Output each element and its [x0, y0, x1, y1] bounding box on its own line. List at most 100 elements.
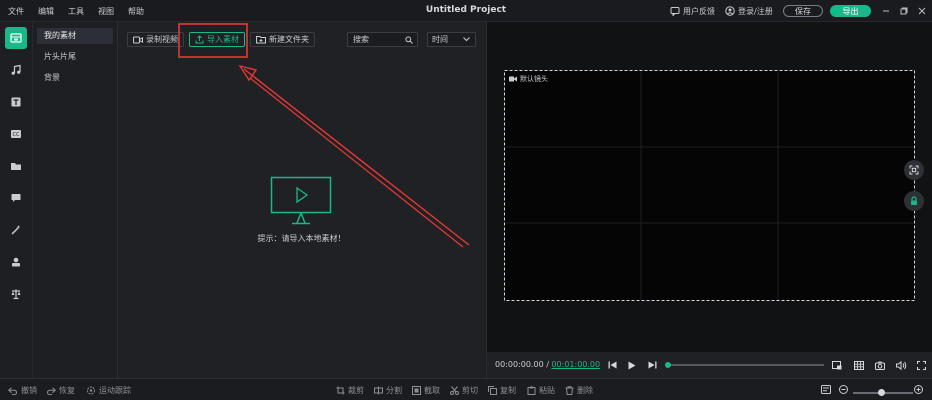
camera-label-text: 默认镜头	[520, 75, 548, 83]
feedback-icon	[670, 6, 680, 16]
cut-button[interactable]: 剪切	[450, 385, 478, 396]
export-button[interactable]: 导出	[830, 5, 871, 17]
crop-label: 裁剪	[348, 386, 364, 395]
play-button[interactable]	[625, 358, 639, 372]
menu-file[interactable]: 文件	[8, 6, 24, 17]
left-rail: CC	[0, 22, 33, 378]
volume-icon	[895, 360, 907, 370]
zoom-out-icon	[839, 385, 848, 394]
new-folder-button[interactable]: 新建文件夹	[250, 32, 315, 47]
rail-magic-button[interactable]	[5, 219, 27, 241]
volume-button[interactable]	[894, 358, 908, 372]
import-media-label: 导入素材	[207, 35, 239, 44]
sort-select[interactable]: 时间	[427, 32, 476, 47]
feedback-button[interactable]: 用户反馈	[670, 4, 715, 18]
rail-text-button[interactable]	[5, 91, 27, 113]
undo-label: 撤销	[21, 386, 37, 395]
rail-sticker-button[interactable]	[5, 251, 27, 273]
delete-button[interactable]: 删除	[565, 385, 593, 396]
category-background[interactable]: 背景	[37, 70, 113, 86]
undo-button[interactable]: 撤销	[8, 385, 37, 396]
fit-screen-icon	[909, 165, 919, 175]
snapshot-frame-button[interactable]	[830, 358, 844, 372]
fullscreen-button[interactable]	[914, 358, 928, 372]
rail-media-button[interactable]	[5, 27, 27, 49]
magic-icon	[10, 224, 22, 236]
copy-button[interactable]: 复制	[488, 385, 516, 396]
playback-progress[interactable]	[665, 362, 824, 368]
trim-button[interactable]: 截取	[412, 385, 440, 396]
camera-icon	[509, 76, 517, 82]
next-frame-button[interactable]	[645, 358, 659, 372]
rail-music-button[interactable]	[5, 59, 27, 81]
preview-panel: 默认镜头	[486, 22, 932, 352]
delete-label: 删除	[577, 386, 593, 395]
menu-help[interactable]: 帮助	[128, 6, 144, 17]
import-media-button[interactable]: 导入素材	[189, 32, 245, 47]
text-icon	[10, 96, 22, 108]
play-icon	[628, 361, 636, 370]
restore-icon[interactable]	[897, 4, 911, 18]
redo-button[interactable]: 恢复	[46, 385, 75, 396]
grid-button[interactable]	[852, 358, 866, 372]
rail-folder-button[interactable]	[5, 155, 27, 177]
player-bar: 00:00:00.00 / 00:01:00.00	[486, 352, 932, 378]
motion-tracking-button[interactable]: 运动跟踪	[86, 385, 131, 396]
title-bar: 文件 编辑 工具 视图 帮助 Untitled Project 用户反馈 登录/…	[0, 0, 932, 22]
zoom-in-icon	[914, 385, 923, 394]
skip-back-icon	[608, 361, 617, 369]
new-folder-label: 新建文件夹	[269, 35, 309, 44]
paste-button[interactable]: 粘贴	[527, 385, 555, 396]
trim-label: 截取	[424, 386, 440, 395]
scissors-icon	[450, 386, 459, 395]
menu-tools[interactable]: 工具	[68, 6, 84, 17]
search-input[interactable]: 搜索	[347, 32, 418, 47]
progress-handle[interactable]	[665, 362, 671, 368]
paste-icon	[527, 386, 536, 395]
sticker-icon	[10, 256, 22, 268]
category-panel: 我的素材 片头片尾 背景	[33, 22, 118, 378]
grid-icon	[854, 360, 864, 370]
zoom-in-button[interactable]	[914, 385, 923, 394]
zoom-handle[interactable]	[878, 389, 886, 396]
fit-screen-button[interactable]	[904, 160, 924, 180]
trash-icon	[565, 386, 574, 395]
zoom-slider[interactable]	[853, 389, 913, 396]
feedback-label: 用户反馈	[683, 6, 715, 16]
preview-canvas	[504, 70, 915, 301]
category-intro-outro[interactable]: 片头片尾	[37, 49, 113, 65]
motion-label: 运动跟踪	[99, 386, 131, 395]
timeline-settings-button[interactable]	[821, 385, 831, 394]
split-icon	[10, 288, 22, 300]
lock-button[interactable]	[904, 191, 924, 211]
total-time[interactable]: 00:01:00.00	[551, 360, 600, 369]
screenshot-button[interactable]	[873, 358, 887, 372]
split-clip-button[interactable]: 分割	[374, 385, 402, 396]
crop-button[interactable]: 裁剪	[336, 385, 364, 396]
record-video-button[interactable]: 录制视频	[127, 32, 184, 47]
skip-forward-icon	[648, 361, 657, 369]
timeline-settings-icon	[821, 385, 831, 394]
menu-edit[interactable]: 编辑	[38, 6, 54, 17]
minimize-icon[interactable]	[879, 4, 893, 18]
camera-shot-icon	[875, 361, 885, 370]
previous-frame-button[interactable]	[605, 358, 619, 372]
chevron-down-icon	[463, 37, 470, 42]
monitor-play-icon	[270, 176, 334, 226]
chat-icon	[10, 192, 22, 204]
menu-view[interactable]: 视图	[98, 6, 114, 17]
save-button[interactable]: 保存	[783, 5, 823, 17]
timeline-toolbar: 撤销 恢复 运动跟踪 裁剪 分割 截取 剪切 复制 粘贴 删除	[0, 378, 932, 400]
frame-icon	[832, 360, 842, 370]
rail-split-button[interactable]	[5, 283, 27, 305]
rail-chat-button[interactable]	[5, 187, 27, 209]
record-video-label: 录制视频	[146, 35, 178, 44]
login-button[interactable]: 登录/注册	[725, 4, 773, 18]
split-clip-label: 分割	[386, 386, 402, 395]
zoom-out-button[interactable]	[839, 385, 848, 394]
media-icon	[10, 32, 22, 44]
category-my-media[interactable]: 我的素材	[37, 28, 113, 44]
rail-subtitle-button[interactable]: CC	[5, 123, 27, 145]
login-label: 登录/注册	[738, 6, 773, 16]
close-icon[interactable]	[915, 4, 929, 18]
